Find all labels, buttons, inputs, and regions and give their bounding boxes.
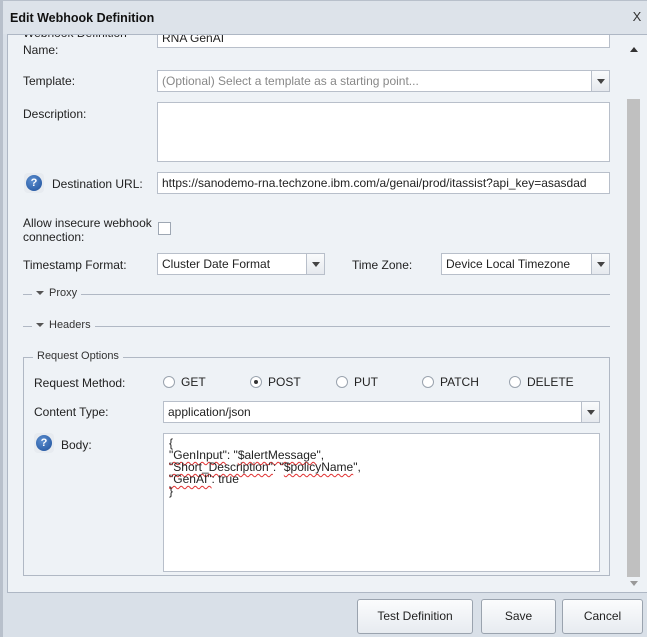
description-label: Description:: [23, 107, 87, 121]
timestamp-format-combobox[interactable]: Cluster Date Format: [157, 253, 325, 275]
scrollbar-thumb[interactable]: [627, 99, 640, 577]
method-delete-label: DELETE: [527, 375, 574, 389]
dialog-title: Edit Webhook Definition: [10, 11, 155, 25]
dialog-content: Webhook Definition Name: RNA GenAI Templ…: [7, 34, 647, 593]
time-zone-value: Device Local Timezone: [446, 257, 571, 271]
proxy-divider: [23, 294, 610, 295]
body-line: "GenAI": true: [169, 472, 239, 486]
allow-insecure-checkbox[interactable]: [158, 222, 171, 235]
name-label: Name:: [23, 43, 59, 57]
time-zone-combobox[interactable]: Device Local Timezone: [441, 253, 610, 275]
destination-url-label: Destination URL:: [52, 177, 143, 191]
method-radio-patch[interactable]: PATCH: [422, 375, 479, 389]
headers-label: Headers: [49, 319, 91, 331]
body-line: }: [169, 484, 174, 498]
request-method-label: Request Method:: [34, 376, 126, 390]
name-input[interactable]: RNA GenAI: [157, 35, 610, 48]
radio-button[interactable]: [422, 376, 434, 388]
method-patch-label: PATCH: [440, 375, 479, 389]
radio-button[interactable]: [336, 376, 348, 388]
destination-url-input[interactable]: https://sanodemo-rna.techzone.ibm.com/a/…: [157, 172, 610, 194]
allow-insecure-label-line2: connection:: [23, 230, 85, 244]
method-radio-post[interactable]: POST: [250, 375, 301, 389]
proxy-label: Proxy: [49, 287, 78, 299]
template-combobox[interactable]: (Optional) Select a template as a starti…: [157, 70, 610, 92]
request-options-legend: Request Options: [33, 350, 123, 362]
name-label-top: Webhook Definition: [23, 35, 127, 39]
method-radio-get[interactable]: GET: [163, 375, 206, 389]
content-type-value: application/json: [168, 405, 251, 419]
radio-button[interactable]: [509, 376, 521, 388]
vertical-scrollbar[interactable]: [624, 35, 645, 592]
timestamp-format-dropdown-icon[interactable]: [306, 254, 324, 274]
dialog-titlebar[interactable]: Edit Webhook Definition X: [3, 1, 647, 34]
edit-webhook-dialog: Edit Webhook Definition X Webhook Defini…: [0, 0, 647, 637]
body-label: Body:: [61, 438, 92, 452]
close-icon[interactable]: X: [631, 9, 643, 25]
cancel-button[interactable]: Cancel: [562, 599, 643, 634]
timestamp-format-label: Timestamp Format:: [23, 258, 127, 272]
method-post-label: POST: [268, 375, 301, 389]
test-definition-button[interactable]: Test Definition: [357, 599, 473, 634]
time-zone-dropdown-icon[interactable]: [591, 254, 609, 274]
body-textarea[interactable]: {"GenInput": "$alertMessage", "Short_Desc…: [163, 433, 600, 572]
help-icon[interactable]: [34, 433, 54, 453]
method-radio-put[interactable]: PUT: [336, 375, 378, 389]
template-label: Template:: [23, 74, 76, 88]
allow-insecure-label: Allow insecure webhook connection:: [23, 216, 152, 244]
timestamp-format-value: Cluster Date Format: [162, 257, 271, 271]
allow-insecure-label-line1: Allow insecure webhook: [23, 216, 152, 230]
headers-toggle[interactable]: Headers: [32, 319, 95, 331]
expand-arrow-icon: [36, 323, 44, 327]
method-put-label: PUT: [354, 375, 378, 389]
template-placeholder: (Optional) Select a template as a starti…: [162, 74, 419, 88]
scroll-down-icon[interactable]: [628, 576, 641, 590]
method-get-label: GET: [181, 375, 206, 389]
proxy-toggle[interactable]: Proxy: [32, 287, 82, 299]
scroll-up-icon[interactable]: [628, 43, 641, 57]
help-icon[interactable]: [24, 173, 44, 193]
radio-button[interactable]: [163, 376, 175, 388]
save-button[interactable]: Save: [481, 599, 556, 634]
expand-arrow-icon: [36, 291, 44, 295]
description-textarea[interactable]: [157, 102, 610, 162]
content-type-dropdown-icon[interactable]: [581, 402, 599, 422]
content-type-label: Content Type:: [34, 405, 109, 419]
template-dropdown-icon[interactable]: [591, 71, 609, 91]
method-radio-delete[interactable]: DELETE: [509, 375, 574, 389]
content-type-combobox[interactable]: application/json: [163, 401, 600, 423]
headers-divider: [23, 326, 610, 327]
radio-button-selected[interactable]: [250, 376, 262, 388]
time-zone-label: Time Zone:: [352, 258, 413, 272]
